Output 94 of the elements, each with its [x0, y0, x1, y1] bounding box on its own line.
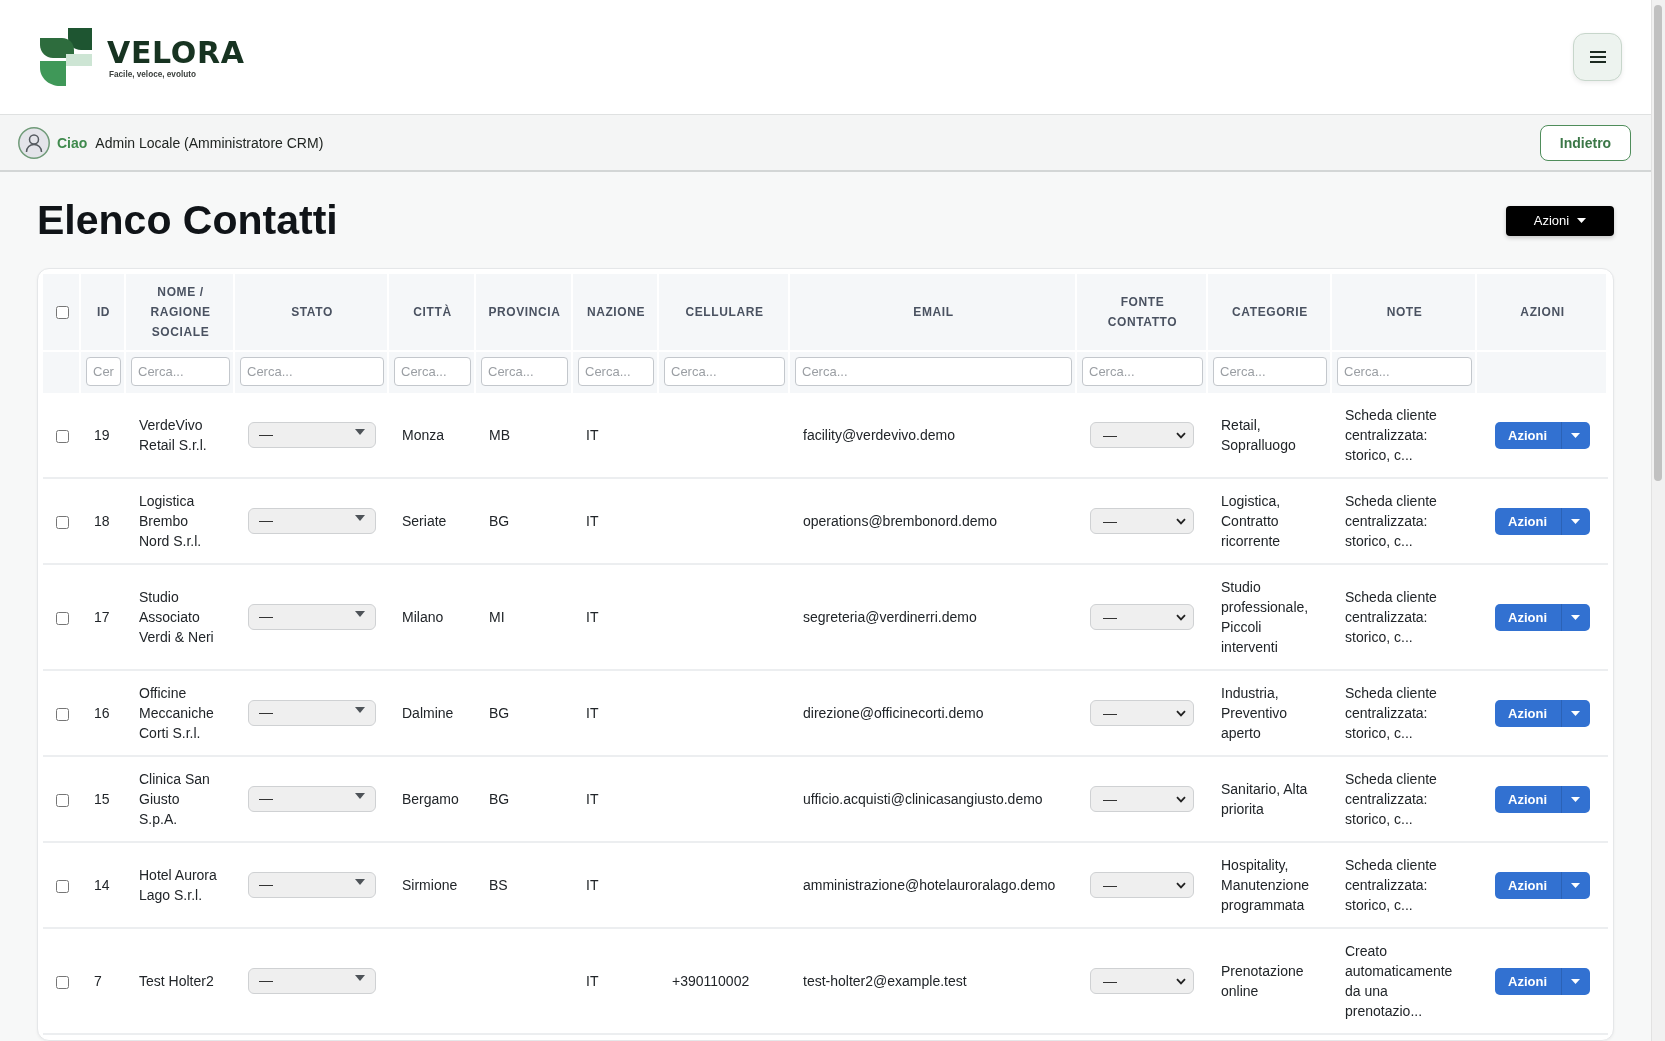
- column-header: EMAIL: [790, 274, 1077, 350]
- row-actions-button[interactable]: Azioni: [1494, 507, 1561, 535]
- brand-tagline: Facile, veloce, evoluto: [109, 70, 197, 80]
- back-button[interactable]: Indietro: [1540, 124, 1631, 161]
- user-avatar-icon: [18, 126, 50, 159]
- filter-field[interactable]: Cerca...: [1082, 357, 1203, 386]
- scrollbar-thumb[interactable]: [1654, 5, 1662, 481]
- dropdown-toggle-button[interactable]: [1560, 507, 1590, 535]
- status-dropdown[interactable]: —: [248, 968, 376, 994]
- source-select[interactable]: —: [1090, 422, 1194, 448]
- dropdown-toggle-button[interactable]: [1560, 421, 1590, 449]
- caret-icon: [1571, 614, 1580, 620]
- status-dropdown[interactable]: —: [248, 786, 376, 812]
- column-header: ID: [81, 274, 126, 350]
- row-actions-button[interactable]: Azioni: [1494, 699, 1561, 727]
- column-header: CATEGORIE: [1208, 274, 1332, 350]
- status-dropdown[interactable]: —: [248, 422, 376, 448]
- row-checkbox[interactable]: [55, 611, 69, 625]
- column-header: STATO: [235, 274, 389, 350]
- source-select[interactable]: —: [1090, 872, 1194, 898]
- caret-icon: [1571, 432, 1580, 438]
- filter-field[interactable]: Cerca...: [394, 357, 471, 386]
- user-name: Admin Locale (Amministratore CRM): [95, 134, 324, 151]
- caret-icon: [355, 611, 365, 617]
- select-all-checkbox[interactable]: [55, 306, 69, 320]
- filter-field[interactable]: Cerca...: [481, 357, 568, 386]
- brand-name: VELORA: [107, 38, 245, 68]
- chevron-icon: [1176, 881, 1186, 889]
- actions-button[interactable]: Azioni: [1506, 205, 1614, 236]
- row-actions-button[interactable]: Azioni: [1494, 603, 1561, 631]
- menu-icon: [1589, 51, 1606, 63]
- scrollbar[interactable]: [1651, 0, 1665, 1041]
- caret-icon: [355, 429, 365, 435]
- caret-icon: [355, 793, 365, 799]
- chevron-icon: [1176, 431, 1186, 439]
- caret-icon: [1571, 978, 1580, 984]
- page-title: Elenco Contatti: [37, 196, 338, 245]
- dropdown-toggle-button[interactable]: [1560, 699, 1590, 727]
- logo-icon: [40, 28, 92, 86]
- column-header: NOME / RAGIONE SOCIALE: [126, 274, 235, 350]
- dropdown-toggle-button[interactable]: [1560, 871, 1590, 899]
- column-header: NOTE: [1332, 274, 1477, 350]
- source-select[interactable]: —: [1090, 786, 1194, 812]
- chevron-icon: [1176, 613, 1186, 621]
- caret-icon: [355, 515, 365, 521]
- column-header: CELLULARE: [659, 274, 790, 350]
- column-header: CITTÀ: [389, 274, 476, 350]
- status-dropdown[interactable]: —: [248, 700, 376, 726]
- chevron-icon: [1176, 977, 1186, 985]
- caret-icon: [1571, 796, 1580, 802]
- row-checkbox[interactable]: [55, 879, 69, 893]
- status-dropdown[interactable]: —: [248, 508, 376, 534]
- row-checkbox[interactable]: [55, 429, 69, 443]
- caret-icon: [1571, 518, 1580, 524]
- row-checkbox[interactable]: [55, 793, 69, 807]
- row-checkbox[interactable]: [55, 707, 69, 721]
- filter-field[interactable]: Cer: [86, 357, 121, 386]
- column-header: FONTE CONTATTO: [1077, 274, 1208, 350]
- menu-button[interactable]: [1573, 33, 1622, 81]
- caret-icon: [1571, 882, 1580, 888]
- caret-icon: [355, 707, 365, 713]
- dropdown-toggle-button[interactable]: [1560, 785, 1590, 813]
- row-actions-button[interactable]: Azioni: [1494, 871, 1561, 899]
- row-actions-button[interactable]: Azioni: [1494, 967, 1561, 995]
- caret-icon: [355, 975, 365, 981]
- row-actions-button[interactable]: Azioni: [1494, 421, 1561, 449]
- dropdown-toggle-button[interactable]: [1560, 967, 1590, 995]
- filter-field[interactable]: Cerca...: [240, 357, 384, 386]
- status-dropdown[interactable]: —: [248, 872, 376, 898]
- caret-icon: [355, 879, 365, 885]
- row-actions-button[interactable]: Azioni: [1494, 785, 1561, 813]
- source-select[interactable]: —: [1090, 604, 1194, 630]
- chevron-icon: [1176, 517, 1186, 525]
- filter-field[interactable]: Cerca...: [131, 357, 230, 386]
- column-header: NAZIONE: [573, 274, 659, 350]
- status-dropdown[interactable]: —: [248, 604, 376, 630]
- column-header: AZIONI: [1477, 274, 1608, 350]
- source-select[interactable]: —: [1090, 508, 1194, 534]
- row-checkbox[interactable]: [55, 975, 69, 989]
- source-select[interactable]: —: [1090, 968, 1194, 994]
- caret-icon: [1577, 218, 1587, 223]
- filter-field[interactable]: Cerca...: [664, 357, 785, 386]
- row-checkbox[interactable]: [55, 515, 69, 529]
- chevron-icon: [1176, 795, 1186, 803]
- chevron-icon: [1176, 709, 1186, 717]
- dropdown-toggle-button[interactable]: [1560, 603, 1590, 631]
- filter-field[interactable]: Cerca...: [795, 357, 1072, 386]
- column-header: PROVINCIA: [476, 274, 573, 350]
- filter-field[interactable]: Cerca...: [578, 357, 654, 386]
- greeting-label: Ciao: [57, 134, 88, 151]
- source-select[interactable]: —: [1090, 700, 1194, 726]
- caret-icon: [1571, 710, 1580, 716]
- filter-field[interactable]: Cerca...: [1213, 357, 1327, 386]
- filter-field[interactable]: Cerca...: [1337, 357, 1472, 386]
